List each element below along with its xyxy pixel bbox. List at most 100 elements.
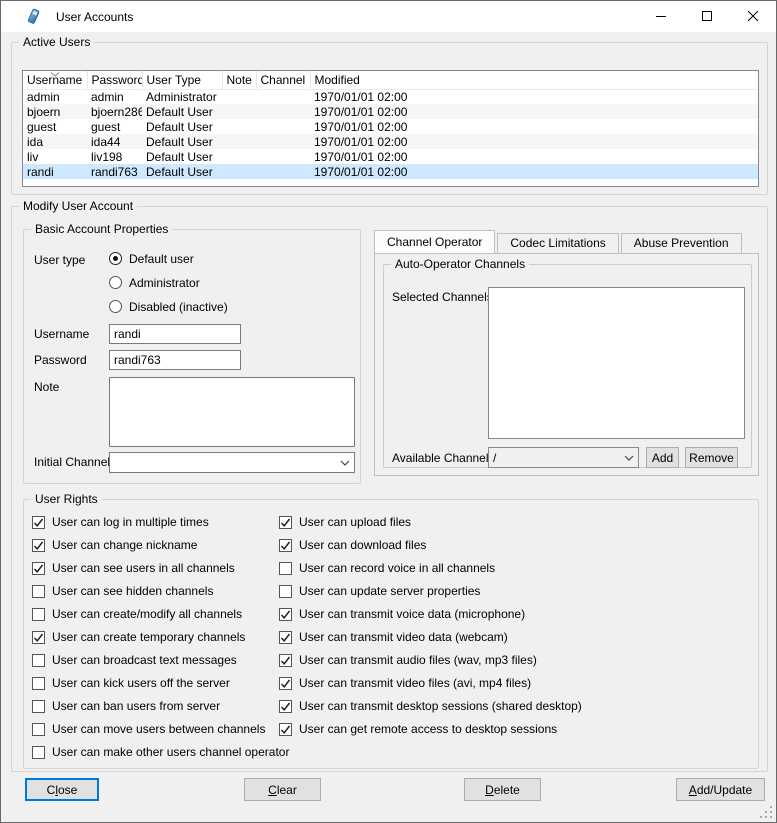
chevron-down-icon — [624, 455, 634, 461]
checkbox-user-can-create-modify-all-channels[interactable]: User can create/modify all channels — [32, 606, 289, 622]
cell-note — [222, 89, 256, 104]
cell-username: ida — [23, 134, 87, 149]
col-header-channel[interactable]: Channel — [256, 71, 310, 89]
cell-user_type: Default User — [142, 149, 222, 164]
minimize-button[interactable] — [638, 1, 684, 32]
initial-channel-label: Initial Channel — [34, 455, 110, 469]
col-header-username[interactable]: Username — [23, 71, 87, 89]
table-row[interactable]: idaida44Default User1970/01/01 02:00 — [23, 134, 758, 149]
selected-channels-listbox[interactable] — [488, 287, 745, 439]
checkbox-label: User can move users between channels — [52, 722, 265, 736]
checkbox-user-can-move-users-between-channels[interactable]: User can move users between channels — [32, 721, 289, 737]
checkbox-user-can-change-nickname[interactable]: User can change nickname — [32, 537, 289, 553]
checkbox-label: User can transmit video data (webcam) — [299, 630, 508, 644]
note-textarea[interactable] — [109, 377, 355, 447]
checkbox-icon — [279, 631, 292, 644]
checkbox-user-can-transmit-desktop-sessions-shared-desktop[interactable]: User can transmit desktop sessions (shar… — [279, 698, 582, 714]
table-row[interactable]: bjoernbjoern286Default User1970/01/01 02… — [23, 104, 758, 119]
checkbox-icon — [279, 539, 292, 552]
radio-administrator[interactable]: Administrator — [109, 274, 200, 291]
password-input[interactable] — [109, 350, 241, 370]
checkbox-user-can-upload-files[interactable]: User can upload files — [279, 514, 582, 530]
user-type-label: User type — [34, 253, 85, 267]
checkbox-icon — [279, 723, 292, 736]
checkbox-icon — [32, 654, 45, 667]
checkbox-user-can-broadcast-text-messages[interactable]: User can broadcast text messages — [32, 652, 289, 668]
checkbox-user-can-record-voice-in-all-channels[interactable]: User can record voice in all channels — [279, 560, 582, 576]
checkbox-user-can-transmit-video-files-avi-mp4-files[interactable]: User can transmit video files (avi, mp4 … — [279, 675, 582, 691]
checkmark-icon — [33, 517, 44, 528]
checkbox-user-can-see-users-in-all-channels[interactable]: User can see users in all channels — [32, 560, 289, 576]
chevron-down-icon — [340, 460, 350, 466]
resize-grip[interactable] — [760, 806, 773, 819]
checkbox-user-can-transmit-voice-data-microphone[interactable]: User can transmit voice data (microphone… — [279, 606, 582, 622]
cell-channel — [256, 149, 310, 164]
user-rights-group: User Rights User can log in multiple tim… — [23, 499, 759, 769]
cell-modified: 1970/01/01 02:00 — [310, 149, 758, 164]
table-row[interactable]: guestguestDefault User1970/01/01 02:00 — [23, 119, 758, 134]
radio-icon — [109, 300, 122, 313]
checkmark-icon — [280, 678, 291, 689]
active-users-group: Active Users Username Password User Type — [11, 42, 768, 195]
checkbox-user-can-create-temporary-channels[interactable]: User can create temporary channels — [32, 629, 289, 645]
maximize-icon — [702, 11, 713, 22]
checkbox-icon — [279, 654, 292, 667]
col-header-modified[interactable]: Modified — [310, 71, 758, 89]
col-header-note[interactable]: Note — [222, 71, 256, 89]
close-window-button[interactable] — [730, 1, 776, 32]
cell-username: bjoern — [23, 104, 87, 119]
add-update-button[interactable]: Add/Update — [676, 778, 765, 801]
clear-button[interactable]: Clear — [244, 778, 321, 801]
checkbox-user-can-log-in-multiple-times[interactable]: User can log in multiple times — [32, 514, 289, 530]
checkbox-user-can-make-other-users-channel-operator[interactable]: User can make other users channel operat… — [32, 744, 289, 760]
window-title: User Accounts — [56, 10, 133, 24]
titlebar[interactable]: User Accounts — [1, 1, 776, 32]
table-header-row[interactable]: Username Password User Type Note Channel… — [23, 71, 758, 89]
checkbox-label: User can make other users channel operat… — [52, 745, 289, 759]
col-header-password[interactable]: Password — [87, 71, 142, 89]
col-header-usertype[interactable]: User Type — [142, 71, 222, 89]
available-channels-combobox[interactable]: / — [488, 447, 639, 468]
checkbox-user-can-update-server-properties[interactable]: User can update server properties — [279, 583, 582, 599]
checkbox-user-can-kick-users-off-the-server[interactable]: User can kick users off the server — [32, 675, 289, 691]
checkbox-label: User can get remote access to desktop se… — [299, 722, 557, 736]
checkbox-icon — [279, 585, 292, 598]
checkbox-user-can-see-hidden-channels[interactable]: User can see hidden channels — [32, 583, 289, 599]
radio-disabled-inactive[interactable]: Disabled (inactive) — [109, 298, 228, 315]
users-table[interactable]: Username Password User Type Note Channel… — [22, 70, 759, 187]
checkmark-icon — [33, 632, 44, 643]
checkbox-label: User can log in multiple times — [52, 515, 209, 529]
checkbox-icon — [32, 631, 45, 644]
checkbox-user-can-download-files[interactable]: User can download files — [279, 537, 582, 553]
remove-channel-button[interactable]: Remove — [685, 447, 738, 468]
tab-abuse-prevention[interactable]: Abuse Prevention — [621, 233, 742, 253]
checkbox-icon — [279, 562, 292, 575]
username-label: Username — [34, 327, 89, 341]
checkbox-label: User can ban users from server — [52, 699, 220, 713]
tab-bar: Channel OperatorCodec LimitationsAbuse P… — [374, 231, 744, 253]
initial-channel-combobox[interactable] — [109, 452, 355, 473]
checkmark-icon — [280, 655, 291, 666]
close-button[interactable]: Close — [25, 778, 99, 801]
username-input[interactable] — [109, 324, 241, 344]
cell-note — [222, 104, 256, 119]
user-rights-left-column: User can log in multiple times User can c… — [32, 514, 289, 767]
table-row[interactable]: adminadminAdministrator1970/01/01 02:00 — [23, 89, 758, 104]
checkbox-user-can-get-remote-access-to-desktop-sessions[interactable]: User can get remote access to desktop se… — [279, 721, 582, 737]
add-channel-button[interactable]: Add — [646, 447, 679, 468]
checkbox-user-can-ban-users-from-server[interactable]: User can ban users from server — [32, 698, 289, 714]
checkbox-user-can-transmit-audio-files-wav-mp3-files[interactable]: User can transmit audio files (wav, mp3 … — [279, 652, 582, 668]
maximize-button[interactable] — [684, 1, 730, 32]
cell-user_type: Administrator — [142, 89, 222, 104]
cell-username: randi — [23, 164, 87, 179]
radio-label: Default user — [129, 252, 194, 266]
tab-codec-limitations[interactable]: Codec Limitations — [497, 233, 618, 253]
delete-button[interactable]: Delete — [464, 778, 541, 801]
radio-default-user[interactable]: Default user — [109, 250, 194, 267]
cell-password: liv198 — [87, 149, 142, 164]
tab-channel-operator[interactable]: Channel Operator — [374, 230, 495, 253]
table-row[interactable]: livliv198Default User1970/01/01 02:00 — [23, 149, 758, 164]
checkbox-user-can-transmit-video-data-webcam[interactable]: User can transmit video data (webcam) — [279, 629, 582, 645]
table-row[interactable]: randirandi763Default User1970/01/01 02:0… — [23, 164, 758, 179]
cell-password: admin — [87, 89, 142, 104]
